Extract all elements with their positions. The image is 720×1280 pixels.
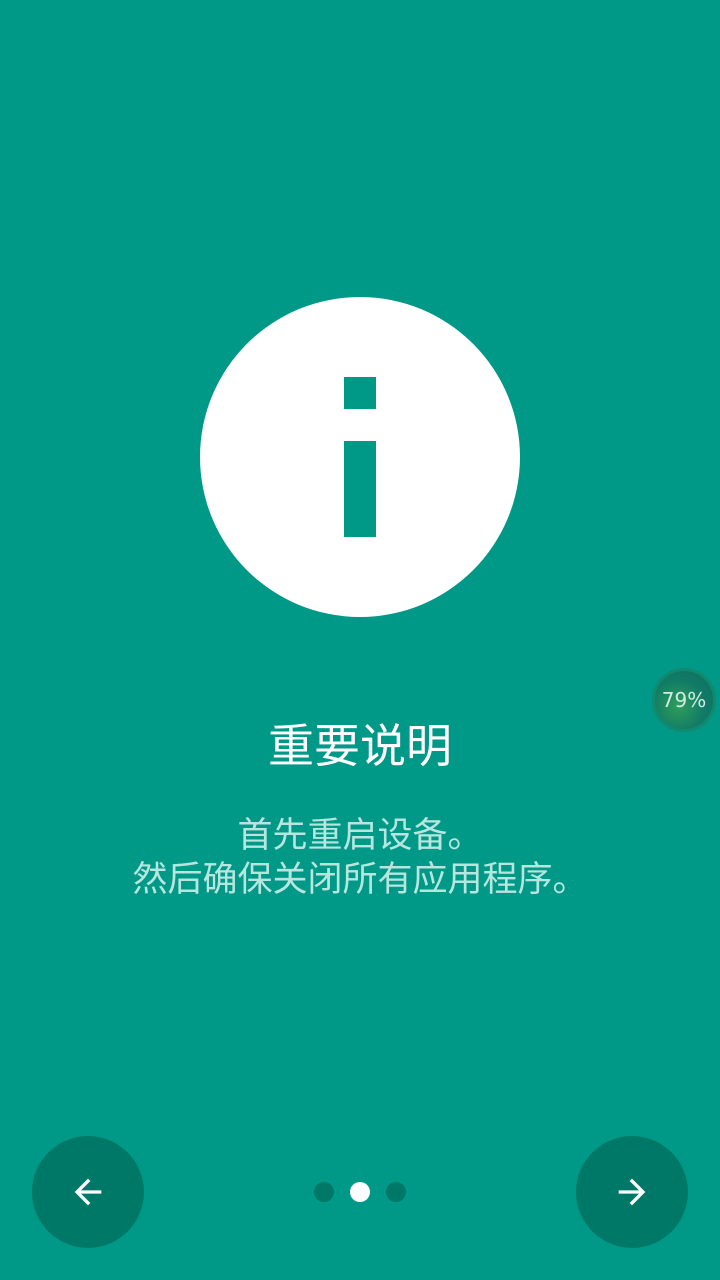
arrow-left-icon [74, 1178, 102, 1206]
page-indicator-dot-2-active [350, 1182, 370, 1202]
page-indicator-dot-1 [314, 1182, 334, 1202]
page-title: 重要说明 [268, 719, 452, 773]
info-icon-stem [344, 441, 376, 537]
previous-button[interactable] [32, 1136, 144, 1248]
next-button[interactable] [576, 1136, 688, 1248]
info-icon-dot [344, 377, 376, 409]
page-indicator-dot-3 [386, 1182, 406, 1202]
instruction-text: 首先重启设备。 然后确保关闭所有应用程序。 [0, 814, 720, 902]
instruction-line-2: 然后确保关闭所有应用程序。 [132, 860, 588, 900]
info-illustration [200, 297, 520, 617]
arrow-right-icon [618, 1178, 646, 1206]
instruction-line-1: 首先重启设备。 [237, 816, 483, 856]
floating-percent-badge[interactable]: 79% [652, 668, 716, 732]
